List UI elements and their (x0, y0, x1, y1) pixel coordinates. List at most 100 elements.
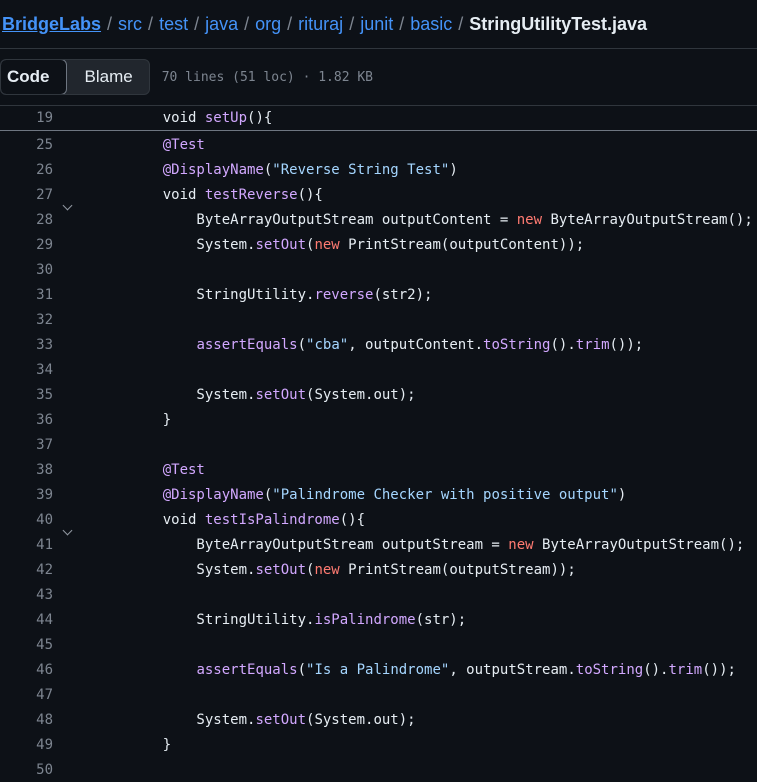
code-token: ByteArrayOutputStream outputStream = (129, 536, 509, 553)
code-token: ) (617, 486, 627, 503)
code-token: (){ (247, 110, 273, 126)
code-token: } (129, 411, 172, 428)
code-token: System. (129, 386, 256, 403)
code-token: isPalindrome (314, 611, 416, 628)
line-number[interactable]: 46 (0, 662, 53, 678)
code-text: @DisplayName("Palindrome Checker with po… (129, 486, 627, 503)
code-token: void (129, 186, 205, 203)
code-token: void (129, 511, 205, 528)
line-number[interactable]: 40 (0, 512, 53, 528)
code-token: @Test (129, 136, 205, 153)
line-number[interactable]: 37 (0, 437, 53, 453)
code-token: setOut (255, 561, 307, 578)
code-token: StringUtility. (129, 611, 315, 628)
code-token: toString (575, 661, 644, 678)
line-number[interactable]: 47 (0, 687, 53, 703)
code-text: void testReverse(){ (129, 187, 323, 203)
line-number[interactable]: 43 (0, 587, 53, 603)
code-line: 30 (0, 257, 757, 282)
breadcrumb: BridgeLabs / src / test / java / org / rituraj / jun… (0, 0, 757, 48)
line-number[interactable]: 34 (0, 362, 53, 378)
breadcrumb-separator: / (458, 13, 464, 34)
code-token: (){ (297, 186, 323, 203)
code-line: 28 ByteArrayOutputStream outputContent =… (0, 207, 757, 232)
code-token: trim (668, 661, 703, 678)
line-number[interactable]: 50 (0, 762, 53, 778)
code-text: @Test (129, 137, 205, 153)
code-text: StringUtility.reverse(str2); (129, 287, 432, 303)
line-number[interactable]: 26 (0, 162, 53, 178)
breadcrumb-link[interactable]: src (118, 14, 142, 35)
breadcrumb-separator: / (244, 13, 250, 34)
line-number[interactable]: 44 (0, 612, 53, 628)
code-token: System. (129, 711, 256, 728)
code-text: System.setOut(new PrintStream(outputCont… (129, 237, 584, 253)
code-token: PrintStream(outputContent)); (339, 236, 585, 253)
line-number[interactable]: 32 (0, 312, 53, 328)
line-number[interactable]: 28 (0, 212, 53, 228)
code-text: System.setOut(System.out); (129, 711, 415, 728)
code-line: 49 } (0, 732, 757, 757)
code-token: ()); (702, 661, 736, 678)
code-token: new (314, 561, 340, 578)
line-number[interactable]: 25 (0, 137, 53, 153)
code-token: testIsPalindrome (204, 511, 340, 528)
line-number[interactable]: 38 (0, 462, 53, 478)
code-token: assertEquals (196, 336, 298, 353)
breadcrumb-separator: / (349, 13, 355, 34)
code-line: 42 System.setOut(new PrintStream(outputS… (0, 557, 757, 582)
code-text: } (129, 737, 171, 753)
line-number[interactable]: 49 (0, 737, 53, 753)
code-token: (System.out); (306, 386, 416, 403)
breadcrumb-link[interactable]: java (205, 14, 238, 35)
code-token: @DisplayName (129, 161, 264, 178)
line-number[interactable]: 31 (0, 287, 53, 303)
code-line: 41 ByteArrayOutputStream outputStream = … (0, 532, 757, 557)
code-token: (). (550, 336, 576, 353)
code-token: "Palindrome Checker with positive output… (272, 486, 618, 503)
code-token: setOut (255, 386, 307, 403)
breadcrumb-link[interactable]: rituraj (298, 14, 343, 35)
line-number[interactable]: 35 (0, 387, 53, 403)
code-line: 40 void testIsPalindrome(){ (0, 507, 757, 535)
breadcrumb-link[interactable]: BridgeLabs (2, 14, 101, 35)
line-number[interactable]: 45 (0, 637, 53, 653)
line-number[interactable]: 36 (0, 412, 53, 428)
sticky-code-line: 19 void setUp(){ (0, 106, 757, 131)
code-token: reverse (314, 286, 374, 303)
code-token: toString (483, 336, 551, 353)
line-number[interactable]: 42 (0, 562, 53, 578)
line-number[interactable]: 27 (0, 187, 53, 203)
line-number[interactable]: 41 (0, 537, 53, 553)
breadcrumb-separator: / (148, 13, 154, 34)
code-token: ByteArrayOutputStream(); (533, 536, 745, 553)
code-token: (). (643, 661, 669, 678)
code-line: 27 void testReverse(){ (0, 182, 757, 210)
code-line: 34 (0, 357, 757, 382)
breadcrumb-link[interactable]: test (159, 14, 188, 35)
code-view-button[interactable]: Code (0, 60, 67, 94)
code-token: ) (449, 161, 458, 178)
line-number[interactable]: 30 (0, 262, 53, 278)
breadcrumb-link[interactable]: junit (360, 14, 393, 35)
code-text: void setUp(){ (129, 110, 273, 126)
line-number[interactable]: 33 (0, 337, 53, 353)
breadcrumb-link[interactable]: basic (410, 14, 452, 35)
code-token: new (516, 211, 543, 228)
code-line: 31 StringUtility.reverse(str2); (0, 282, 757, 307)
line-number[interactable]: 29 (0, 237, 53, 253)
line-number[interactable]: 48 (0, 712, 53, 728)
file-toolbar: Code Blame 70 lines (51 loc) · 1.82 KB (0, 49, 757, 105)
code-text: ByteArrayOutputStream outputStream = new… (129, 537, 744, 553)
breadcrumb-link[interactable]: org (255, 14, 281, 35)
code-token: "cba" (306, 336, 349, 353)
code-line: 45 (0, 632, 757, 657)
code-line: 46 assertEquals("Is a Palindrome", outpu… (0, 657, 757, 682)
blame-view-button[interactable]: Blame (67, 60, 149, 94)
code-text: } (129, 412, 171, 428)
line-number[interactable]: 39 (0, 487, 53, 503)
line-number[interactable]: 19 (0, 110, 53, 126)
code-text: System.setOut(System.out); (129, 386, 416, 403)
code-text: @Test (129, 462, 205, 478)
